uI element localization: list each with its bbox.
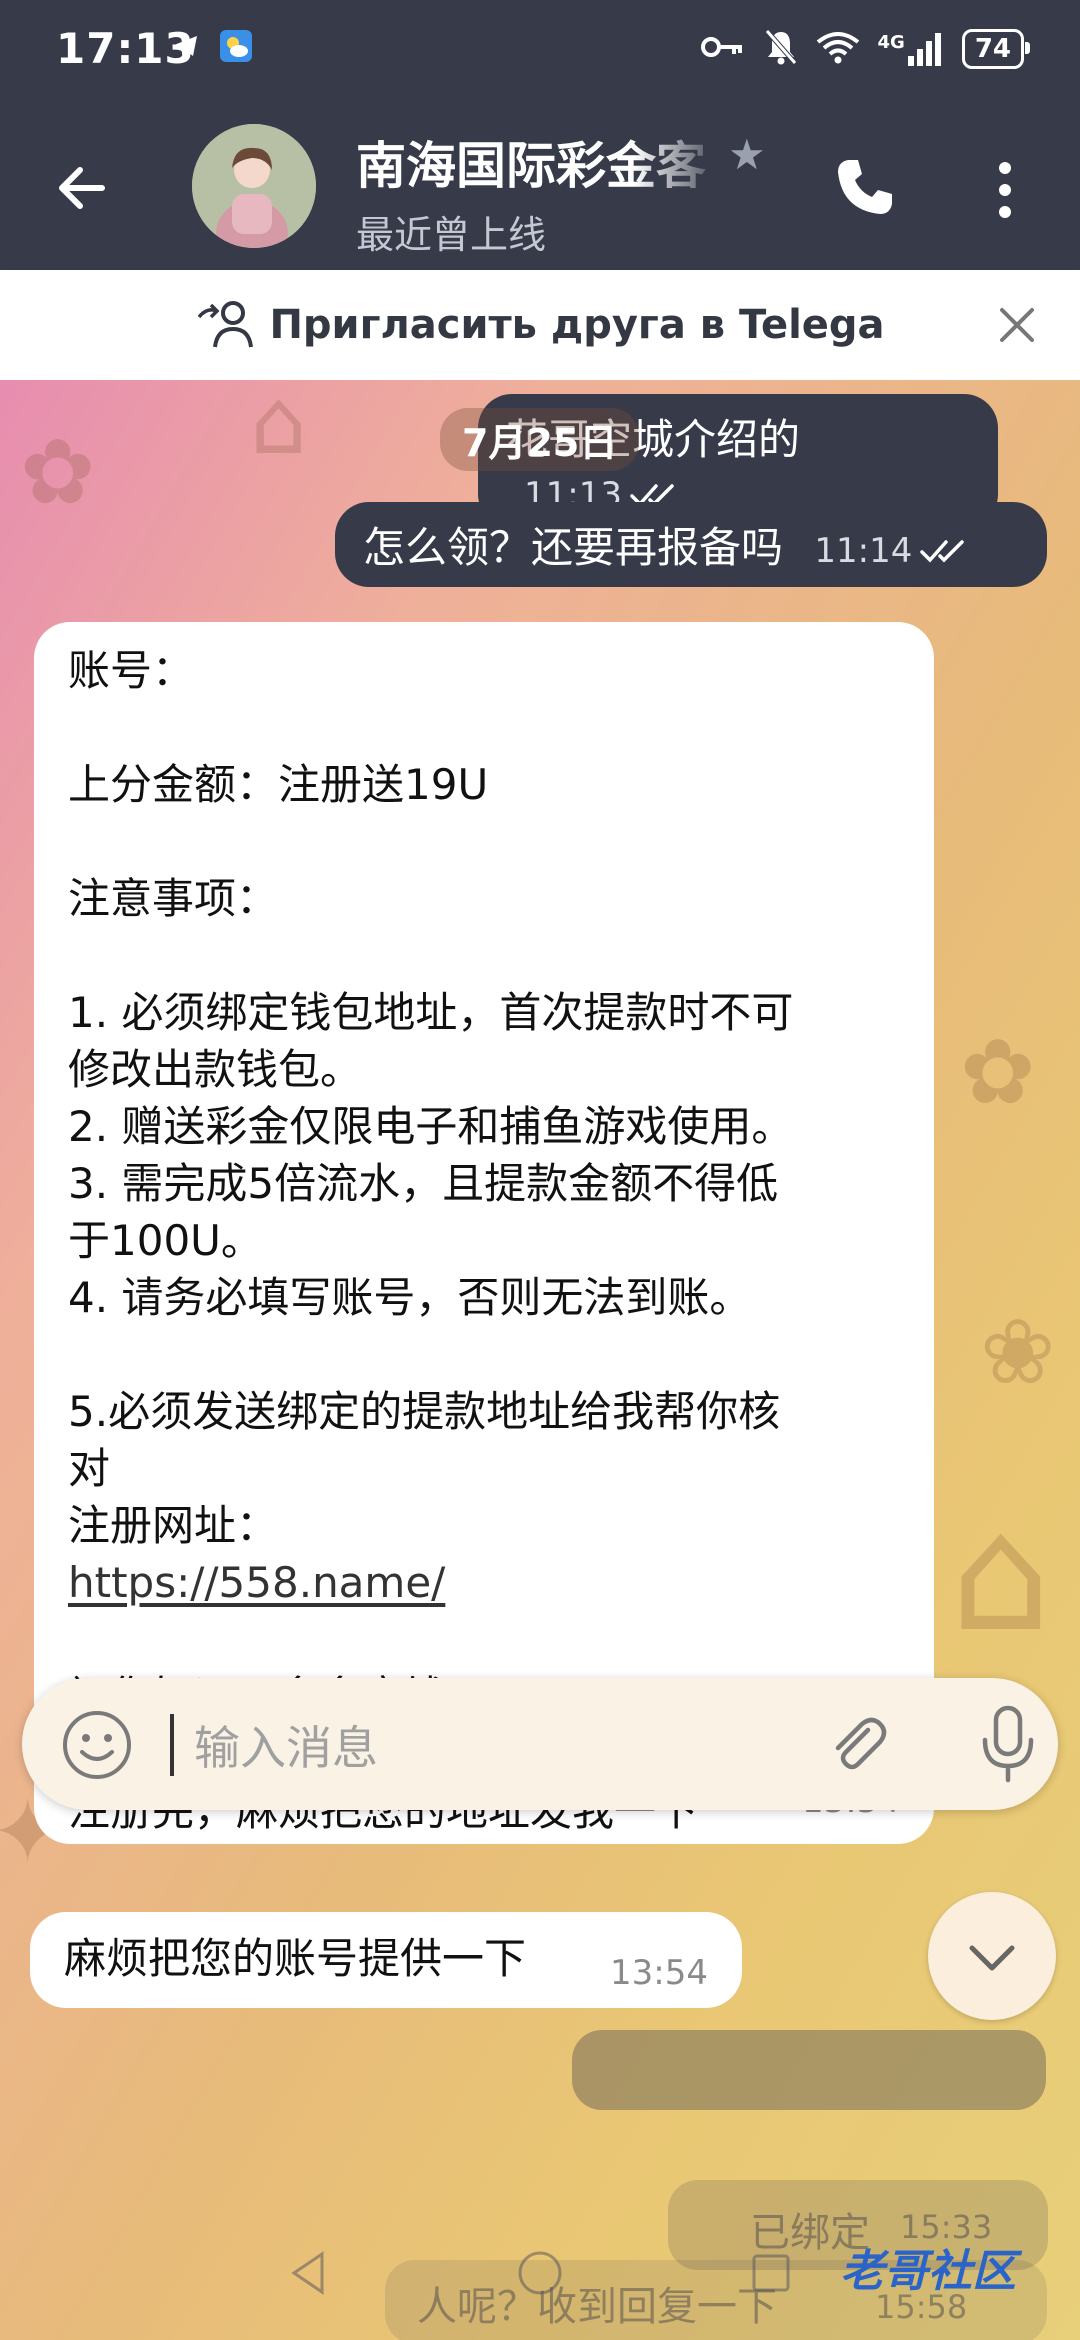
star-icon: ★	[728, 130, 766, 179]
message-input[interactable]: 输入消息	[194, 1712, 378, 1778]
invite-label: Пригласить друга в Telega	[269, 302, 885, 348]
message-text: 麻烦把您的账号提供一下	[64, 1934, 527, 1983]
message-line: 上分金额：注册送19U	[68, 760, 489, 809]
status-bar: 17:13 4G 74	[0, 0, 1080, 100]
weather-icon	[220, 30, 252, 62]
attach-icon[interactable]	[822, 1708, 894, 1780]
message-line: 注册网址：	[68, 1501, 279, 1550]
wallpaper-doodle: ✿	[20, 420, 96, 525]
microphone-icon[interactable]	[977, 1704, 1039, 1784]
telegram-notification-icon	[170, 30, 202, 62]
message-line: 4. 请务必填写账号，否则无法到账。	[68, 1273, 752, 1322]
key-icon	[700, 32, 746, 66]
registration-link[interactable]: https://558.name/	[68, 1554, 900, 1611]
more-options-icon[interactable]	[985, 155, 1025, 225]
date-separator: 7月25日	[440, 408, 640, 471]
message-line: 5.必须发送绑定的提款地址给我帮你核	[68, 1387, 781, 1436]
wifi-icon	[816, 30, 860, 68]
message-line: 对	[68, 1444, 111, 1493]
chat-area[interactable]: ✿ ⌂ ✿ ⌂ ✦ ❀ 花哥空城介绍的 11:13 7月25日 怎么领？还要再报…	[0, 380, 1080, 2340]
message-line	[68, 927, 900, 984]
text-cursor	[170, 1714, 174, 1776]
message-line: 修改出款钱包。	[68, 1045, 363, 1094]
message-line	[68, 813, 900, 870]
phone-call-icon[interactable]	[830, 152, 900, 222]
close-icon[interactable]	[992, 300, 1042, 350]
wallpaper-doodle: ⌂	[950, 1480, 1052, 1667]
outgoing-message-partial	[572, 2030, 1046, 2110]
message-text: 怎么领？还要再报备吗	[363, 523, 784, 572]
emoji-icon[interactable]	[60, 1708, 134, 1782]
avatar[interactable]	[192, 124, 316, 248]
wallpaper-doodle: ❀	[980, 1300, 1056, 1405]
nav-recents-icon[interactable]	[746, 2248, 796, 2298]
message-composer[interactable]: 输入消息	[22, 1678, 1058, 1810]
double-check-icon	[920, 540, 965, 563]
message-line	[68, 1611, 900, 1668]
invite-friend-banner[interactable]: Пригласить друга в Telega	[0, 270, 1080, 380]
add-user-icon	[198, 301, 254, 348]
scroll-to-bottom-button[interactable]	[928, 1892, 1056, 2020]
signal-icon: 4G	[878, 32, 944, 66]
message-line: 1. 必须绑定钱包地址，首次提款时不可	[68, 988, 794, 1037]
watermark-logo: 老哥社区	[840, 2246, 1016, 2297]
incoming-message[interactable]: 账号： 上分金额：注册送19U 注意事项： 1. 必须绑定钱包地址，首次提款时不可 修改…	[34, 622, 934, 1844]
incoming-message[interactable]: 麻烦把您的账号提供一下 13:54	[30, 1912, 742, 2008]
chat-title[interactable]: 南海国际彩金客	[356, 126, 726, 198]
message-line: 账号：	[68, 646, 195, 695]
nav-back-icon[interactable]	[284, 2248, 334, 2298]
message-line: 2. 赠送彩金仅限电子和捕鱼游戏使用。	[68, 1102, 794, 1151]
wallpaper-doodle: ⌂	[250, 380, 308, 475]
message-line: 3. 需完成5倍流水，且提款金额不得低	[68, 1159, 779, 1208]
back-arrow-icon[interactable]	[52, 158, 112, 218]
nav-home-icon[interactable]	[515, 2248, 565, 2298]
message-line: 注意事项：	[68, 874, 279, 923]
wallpaper-doodle: ✿	[960, 1020, 1036, 1125]
message-time: 11:14	[814, 531, 913, 571]
message-body: 账号： 上分金额：注册送19U 注意事项： 1. 必须绑定钱包地址，首次提款时不可 修改…	[68, 642, 900, 1839]
last-seen-status: 最近曾上线	[356, 213, 547, 257]
outgoing-message[interactable]: 怎么领？还要再报备吗 11:14	[335, 502, 1047, 587]
message-line: 于100U。	[68, 1216, 263, 1265]
message-line	[68, 1326, 900, 1383]
mute-bell-icon	[764, 28, 798, 70]
message-line	[68, 699, 900, 756]
battery-indicator: 74	[961, 29, 1031, 69]
message-time: 13:54	[610, 1953, 708, 1993]
chevron-down-icon	[969, 1945, 1015, 1971]
chat-header: 南海国际彩金客 ★ 最近曾上线	[0, 100, 1080, 270]
